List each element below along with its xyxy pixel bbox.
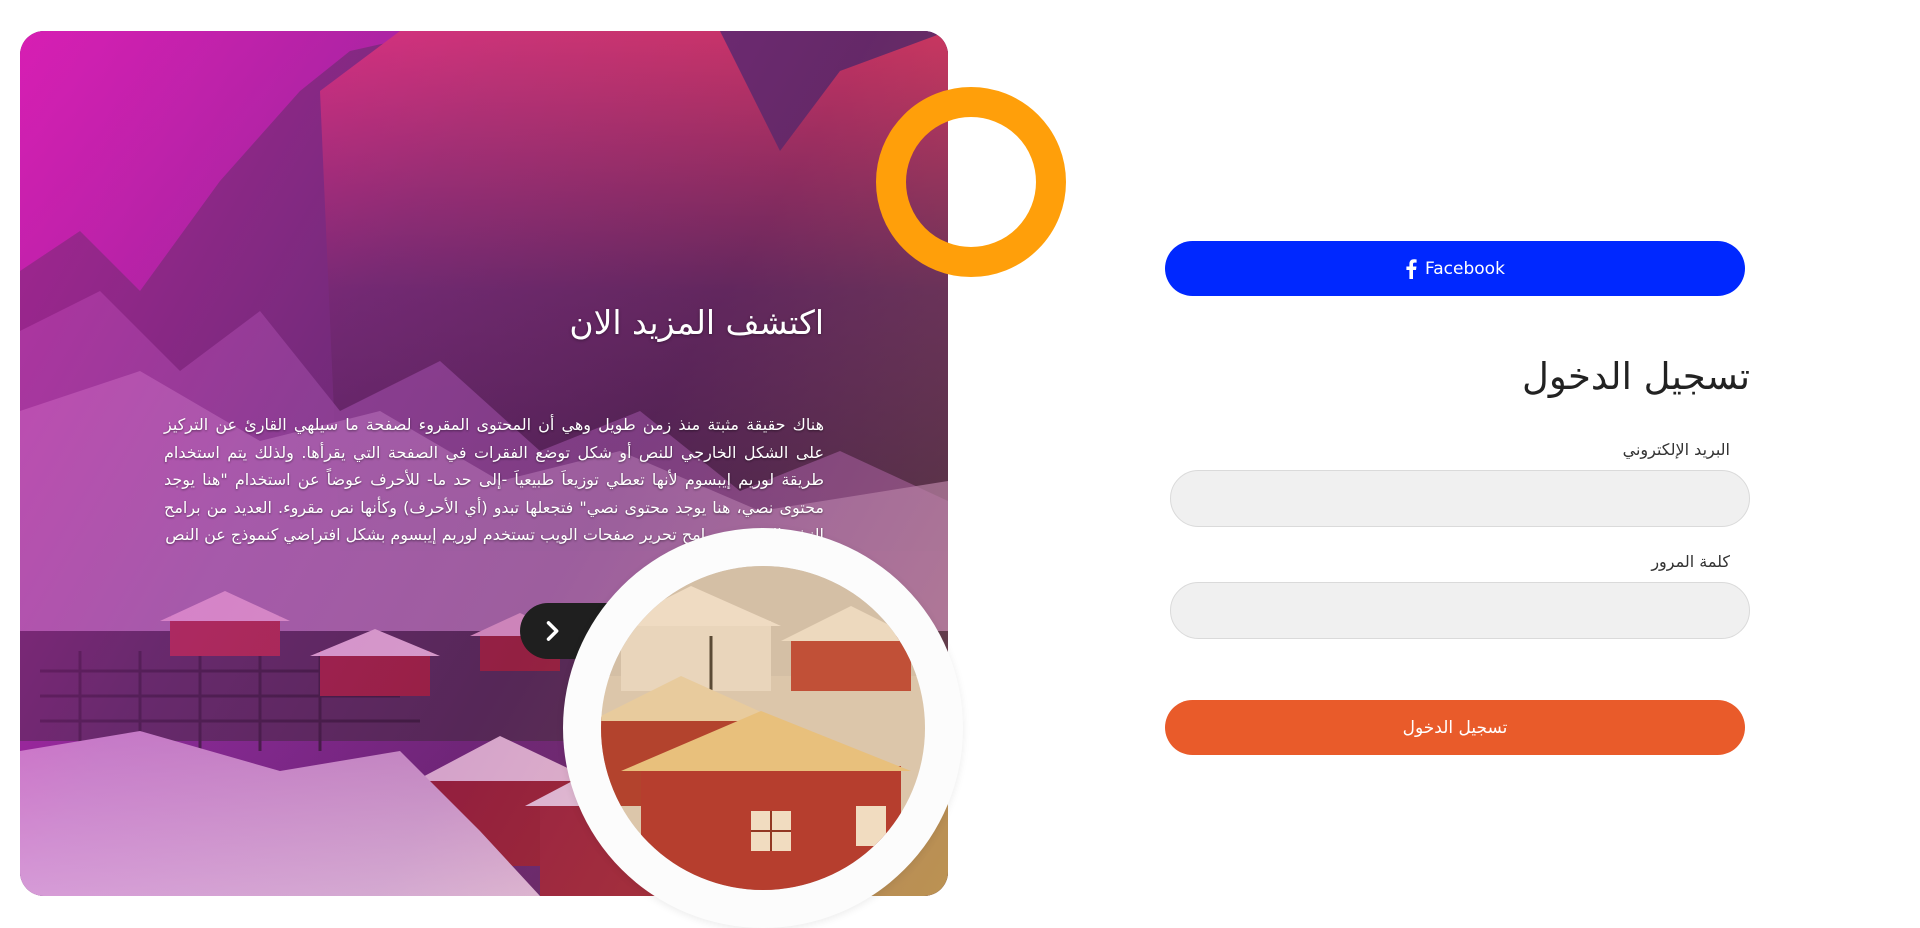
hero-title: اكتشف المزيد الان [569,303,824,342]
email-field[interactable] [1170,470,1750,527]
facebook-login-button[interactable]: Facebook [1165,241,1745,296]
email-label: البريد الإلكتروني [1622,440,1730,459]
hero-description: هناك حقيقة مثبتة منذ زمن طويل وهي أن الم… [164,415,824,544]
login-title: تسجيل الدخول [1522,355,1750,398]
facebook-icon [1406,258,1417,279]
facebook-login-label: Facebook [1425,258,1505,279]
orange-ring-decoration [876,87,1066,277]
password-label: كلمة المرور [1651,552,1730,571]
login-submit-button[interactable]: تسجيل الدخول [1165,700,1745,755]
password-field[interactable] [1170,582,1750,639]
zoom-lens-image [601,566,925,890]
zoom-lens [563,528,963,928]
